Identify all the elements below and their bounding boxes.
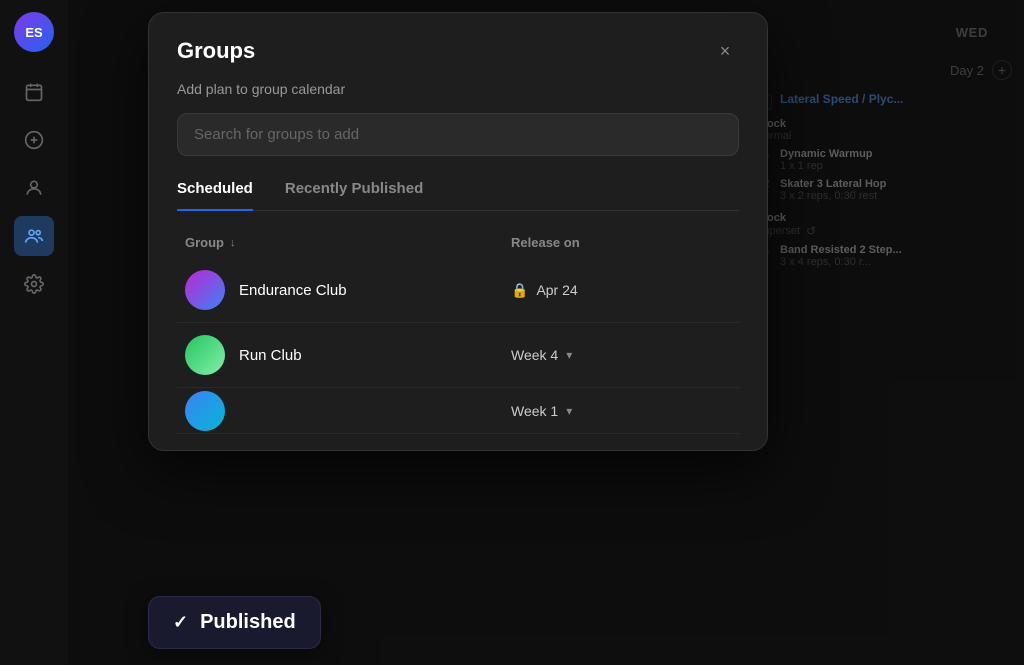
group-name-run: Run Club: [239, 347, 511, 364]
tab-recently-published[interactable]: Recently Published: [285, 180, 423, 211]
modal-header: Groups ×: [177, 37, 739, 65]
group-name-endurance: Endurance Club: [239, 282, 511, 299]
release-week-third: Week 1: [511, 403, 558, 419]
sidebar-item-billing[interactable]: [14, 120, 54, 160]
release-info-third[interactable]: Week 1 ▾: [511, 403, 731, 419]
group-row-third: Week 1 ▾: [177, 388, 739, 434]
group-avatar-run: [185, 335, 225, 375]
tab-scheduled[interactable]: Scheduled: [177, 180, 253, 211]
dropdown-arrow-icon-3: ▾: [566, 404, 572, 418]
release-info-run[interactable]: Week 4 ▾: [511, 347, 731, 363]
sidebar-item-settings[interactable]: [14, 264, 54, 304]
sort-arrow-icon: ↓: [230, 237, 236, 249]
group-row-endurance: Endurance Club 🔒 Apr 24: [177, 258, 739, 323]
search-groups-input[interactable]: [177, 113, 739, 156]
release-info-endurance: 🔒 Apr 24: [511, 282, 731, 299]
sidebar-item-calendar[interactable]: [14, 72, 54, 112]
dropdown-arrow-icon: ▾: [566, 348, 572, 362]
close-modal-button[interactable]: ×: [711, 37, 739, 65]
sidebar: ES: [0, 0, 68, 665]
avatar[interactable]: ES: [14, 12, 54, 52]
modal-subtitle: Add plan to group calendar: [177, 81, 739, 97]
lock-icon: 🔒: [511, 282, 528, 299]
modal-title: Groups: [177, 38, 255, 64]
col-release-label: Release on: [511, 235, 731, 250]
published-bar: ✓ Published: [148, 596, 321, 649]
modal-tabs: Scheduled Recently Published: [177, 180, 739, 211]
sidebar-item-groups[interactable]: [14, 216, 54, 256]
main-content: WED Day 2 + Movement Q... ⋮ Warmup Plank…: [68, 0, 1024, 665]
group-row-run: Run Club Week 4 ▾: [177, 323, 739, 388]
group-avatar-third: [185, 391, 225, 431]
col-group-label: Group: [185, 235, 224, 250]
release-date-endurance: Apr 24: [536, 282, 577, 298]
groups-modal: Groups × Add plan to group calendar Sche…: [148, 12, 768, 451]
table-header: Group ↓ Release on: [177, 235, 739, 250]
published-label: Published: [200, 611, 296, 634]
check-icon: ✓: [173, 612, 188, 633]
group-avatar-endurance: [185, 270, 225, 310]
release-week-run: Week 4: [511, 347, 558, 363]
sidebar-item-profile[interactable]: [14, 168, 54, 208]
